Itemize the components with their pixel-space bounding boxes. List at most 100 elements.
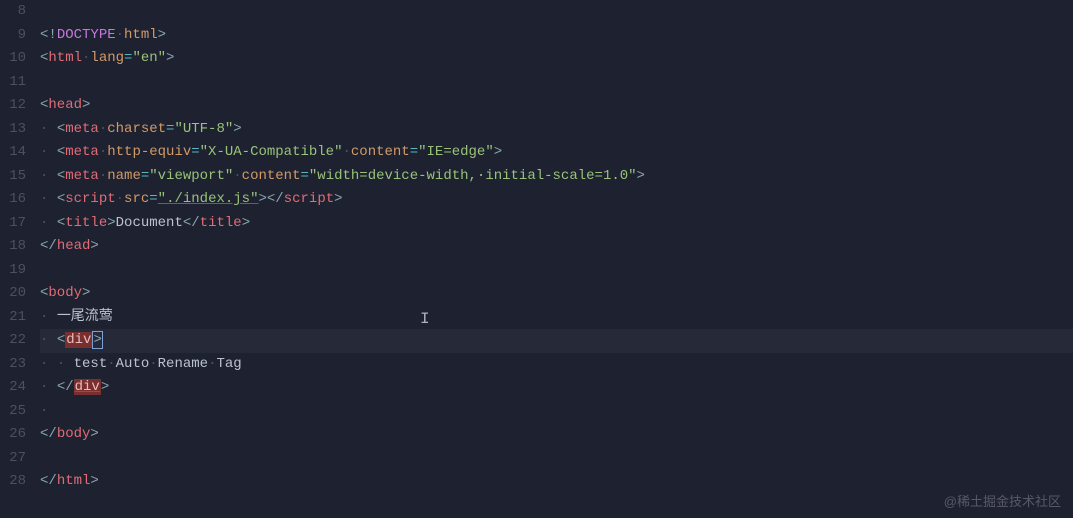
code-token: <: [57, 168, 65, 184]
code-token: ·: [107, 356, 115, 372]
line-number: 25: [0, 400, 26, 424]
code-editor[interactable]: 8910111213141516171819202122232425262728…: [0, 0, 1073, 518]
line-number: 21: [0, 306, 26, 330]
code-line[interactable]: <!DOCTYPE·html>: [40, 24, 1073, 48]
code-line[interactable]: [40, 0, 1073, 24]
code-token: ·: [342, 144, 350, 160]
code-token: meta: [65, 168, 99, 184]
code-token: charset: [107, 121, 166, 137]
line-number: 15: [0, 165, 26, 189]
code-line[interactable]: · <title>Document</title>: [40, 212, 1073, 236]
code-line[interactable]: </body>: [40, 423, 1073, 447]
line-number: 23: [0, 353, 26, 377]
watermark-text: @稀土掘金技术社区: [944, 491, 1061, 510]
code-token: =: [141, 168, 149, 184]
code-token: div: [65, 332, 92, 348]
code-line[interactable]: · · test·Auto·Rename·Tag: [40, 353, 1073, 377]
code-token: meta: [65, 144, 99, 160]
code-line[interactable]: · 一尾流莺I: [40, 306, 1073, 330]
code-token: html: [124, 27, 158, 43]
code-token: content: [351, 144, 410, 160]
code-token: ·: [116, 191, 124, 207]
line-number: 19: [0, 259, 26, 283]
code-token: </: [40, 473, 57, 489]
code-token: >: [101, 379, 109, 395]
code-token: <!: [40, 27, 57, 43]
line-number: 16: [0, 188, 26, 212]
line-number: 17: [0, 212, 26, 236]
code-token: http-equiv: [107, 144, 191, 160]
code-line[interactable]: · </div>: [40, 376, 1073, 400]
code-token: >: [90, 426, 98, 442]
code-token: Tag: [216, 356, 241, 372]
code-token: meta: [65, 121, 99, 137]
code-token: "./index.js": [158, 191, 259, 207]
code-token: </: [40, 238, 57, 254]
code-token: >: [90, 473, 98, 489]
code-line[interactable]: [40, 259, 1073, 283]
code-token: 一尾流莺: [57, 309, 113, 325]
code-line[interactable]: [40, 71, 1073, 95]
code-line[interactable]: </head>: [40, 235, 1073, 259]
code-token: Auto: [116, 356, 150, 372]
code-token: >: [494, 144, 502, 160]
line-number: 12: [0, 94, 26, 118]
code-line[interactable]: · <div>: [40, 329, 1073, 353]
code-line[interactable]: · <meta·charset="UTF-8">: [40, 118, 1073, 142]
code-token: >: [107, 215, 115, 231]
text-cursor-icon: I: [420, 308, 430, 332]
code-token: lang: [90, 50, 124, 66]
code-token: head: [48, 97, 82, 113]
code-token: >: [166, 50, 174, 66]
code-token: body: [48, 285, 82, 301]
code-line[interactable]: · <meta·name="viewport"·content="width=d…: [40, 165, 1073, 189]
code-token: ·: [116, 27, 124, 43]
line-number: 27: [0, 447, 26, 471]
code-line[interactable]: [40, 447, 1073, 471]
code-token: =: [410, 144, 418, 160]
line-number: 13: [0, 118, 26, 142]
code-token: <: [57, 215, 65, 231]
code-token: html: [48, 50, 82, 66]
code-line[interactable]: ·: [40, 400, 1073, 424]
code-token: <: [57, 332, 65, 348]
code-token: >: [82, 285, 90, 301]
code-token: test: [74, 356, 108, 372]
code-token: </: [40, 426, 57, 442]
code-token: <: [57, 121, 65, 137]
code-area[interactable]: <!DOCTYPE·html><html·lang="en"><head>· <…: [40, 0, 1073, 518]
code-token: </: [57, 379, 74, 395]
code-token: ></: [259, 191, 284, 207]
vertical-scrollbar[interactable]: [1061, 0, 1073, 518]
code-token: script: [65, 191, 115, 207]
code-token: head: [57, 238, 91, 254]
code-token: </: [183, 215, 200, 231]
line-number: 20: [0, 282, 26, 306]
code-token: ·: [149, 356, 157, 372]
code-line[interactable]: <head>: [40, 94, 1073, 118]
code-line[interactable]: · <script·src="./index.js"></script>: [40, 188, 1073, 212]
code-token: ·: [99, 144, 107, 160]
code-token: "viewport": [149, 168, 233, 184]
code-token: ·: [233, 168, 241, 184]
code-line[interactable]: <body>: [40, 282, 1073, 306]
line-number: 14: [0, 141, 26, 165]
code-token: "IE=edge": [418, 144, 494, 160]
code-token: body: [57, 426, 91, 442]
code-token: "width=device-width,·initial-scale=1.0": [309, 168, 637, 184]
code-token: script: [284, 191, 334, 207]
code-token: src: [124, 191, 149, 207]
code-token: <: [57, 191, 65, 207]
code-token: ·: [99, 121, 107, 137]
code-token: >: [334, 191, 342, 207]
code-token: div: [74, 379, 101, 395]
line-number: 8: [0, 0, 26, 24]
code-line[interactable]: </html>: [40, 470, 1073, 494]
code-token: Document: [116, 215, 183, 231]
code-line[interactable]: <html·lang="en">: [40, 47, 1073, 71]
code-token: title: [65, 215, 107, 231]
code-line[interactable]: · <meta·http-equiv="X-UA-Compatible"·con…: [40, 141, 1073, 165]
code-token: DOCTYPE: [57, 27, 116, 43]
code-token: >: [82, 97, 90, 113]
code-token: >: [92, 331, 102, 349]
